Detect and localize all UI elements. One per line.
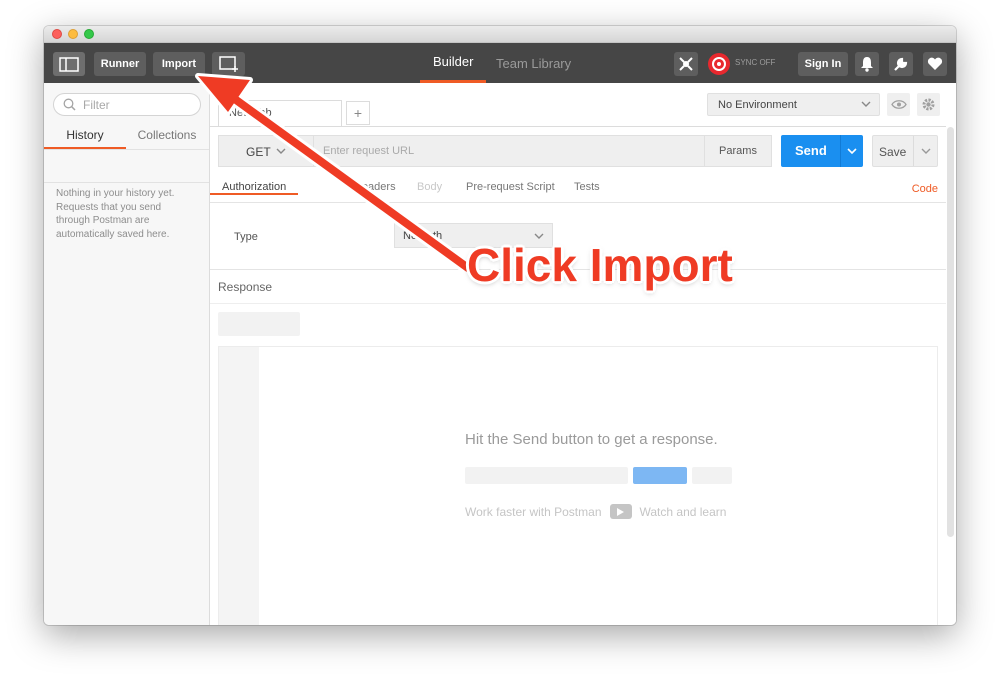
auth-type-value: No Auth [403, 230, 443, 242]
chevron-down-icon [921, 148, 930, 154]
sidebar-divider [44, 182, 209, 183]
title-bar [44, 26, 956, 43]
close-window-button[interactable] [52, 29, 62, 39]
response-meta-placeholder [218, 312, 300, 336]
add-tab-button[interactable]: + [346, 101, 370, 125]
save-options-button[interactable] [913, 136, 937, 166]
settings-button[interactable] [889, 52, 913, 76]
filter-placeholder: Filter [83, 98, 110, 112]
scrollbar[interactable] [947, 127, 954, 537]
tab-tests[interactable]: Tests [574, 181, 600, 193]
sidebar-toggle-icon [59, 56, 79, 72]
gear-icon [922, 98, 935, 111]
filter-input[interactable]: Filter [53, 93, 201, 116]
sidebar-toggle-button[interactable] [53, 52, 85, 76]
environment-value: No Environment [718, 99, 797, 111]
method-value: GET [246, 145, 271, 159]
video-button[interactable] [609, 504, 632, 519]
app-window: Runner Import Builder Team Library SYNC … [44, 26, 956, 625]
tab-headers[interactable]: Headers [354, 181, 396, 193]
response-heading: Response [218, 280, 273, 294]
response-divider [210, 303, 946, 304]
response-hint: Hit the Send button to get a response. [465, 431, 718, 448]
request-tabs: Authorization Headers Body Pre-request S… [210, 177, 946, 203]
save-button[interactable]: Save [872, 135, 938, 167]
auth-type-label: Type [234, 231, 258, 243]
placeholder-bar [692, 467, 732, 484]
interceptor-button[interactable] [674, 52, 698, 76]
sync-icon [708, 53, 730, 75]
placeholder-bar [633, 467, 687, 484]
tab-pre-request-script[interactable]: Pre-request Script [466, 181, 555, 193]
chevron-down-icon [276, 148, 286, 154]
interceptor-icon [679, 57, 693, 71]
request-tab[interactable]: New Tab [218, 100, 342, 126]
notifications-button[interactable] [855, 52, 879, 76]
response-body: Hit the Send button to get a response. W… [218, 346, 938, 625]
send-label: Send [795, 143, 827, 158]
placeholder-bar [465, 467, 628, 484]
learn-row: Work faster with Postman Watch and learn [465, 504, 726, 519]
watch-and-learn-link[interactable]: Watch and learn [640, 505, 727, 519]
callout-label: Click Import [467, 239, 733, 291]
heart-icon [927, 57, 943, 70]
import-button[interactable]: Import [153, 52, 205, 76]
zoom-window-button[interactable] [84, 29, 94, 39]
sync-status-label: SYNC OFF [735, 58, 776, 67]
save-label: Save [879, 145, 907, 159]
minimize-window-button[interactable] [68, 29, 78, 39]
params-button[interactable]: Params [704, 135, 772, 167]
send-button[interactable]: Send [781, 135, 863, 167]
environment-select[interactable]: No Environment [707, 93, 880, 116]
search-icon [63, 98, 76, 111]
sign-in-button[interactable]: Sign In [798, 52, 848, 76]
send-options-button[interactable] [840, 135, 863, 167]
generate-code-link[interactable]: Code [912, 183, 938, 195]
url-input[interactable]: Enter request URL [314, 135, 704, 167]
sidebar: Filter History Collections Nothing in yo… [44, 83, 210, 625]
tab-body[interactable]: Body [417, 181, 442, 193]
method-select[interactable]: GET [218, 135, 314, 167]
tab-history[interactable]: History [44, 123, 126, 149]
chevron-down-icon [861, 101, 871, 107]
manage-environments-button[interactable] [917, 93, 940, 116]
response-gutter [219, 347, 259, 625]
sidebar-divider [44, 149, 209, 150]
play-icon [617, 507, 624, 516]
chevron-down-icon [847, 147, 857, 154]
new-window-icon [218, 56, 238, 72]
learn-text: Work faster with Postman [465, 504, 602, 519]
favorite-button[interactable] [923, 52, 947, 76]
tab-strip-divider [210, 126, 946, 127]
history-empty-message: Nothing in your history yet. Requests th… [56, 188, 175, 240]
request-builder: New Tab + No Environment GET Enter reque… [210, 83, 956, 625]
sync-button[interactable] [707, 52, 731, 76]
toolbar: Runner Import Builder Team Library SYNC … [44, 43, 956, 83]
runner-button[interactable]: Runner [94, 52, 146, 76]
tab-team-library[interactable]: Team Library [496, 43, 571, 83]
new-window-button[interactable] [212, 52, 245, 76]
bell-icon [861, 57, 873, 72]
tab-builder[interactable]: Builder [420, 43, 487, 83]
tab-authorization[interactable]: Authorization [210, 181, 299, 195]
eye-icon [890, 100, 907, 109]
environment-quick-look-button[interactable] [887, 93, 910, 116]
wrench-icon [894, 57, 908, 71]
tab-collections[interactable]: Collections [126, 123, 208, 149]
